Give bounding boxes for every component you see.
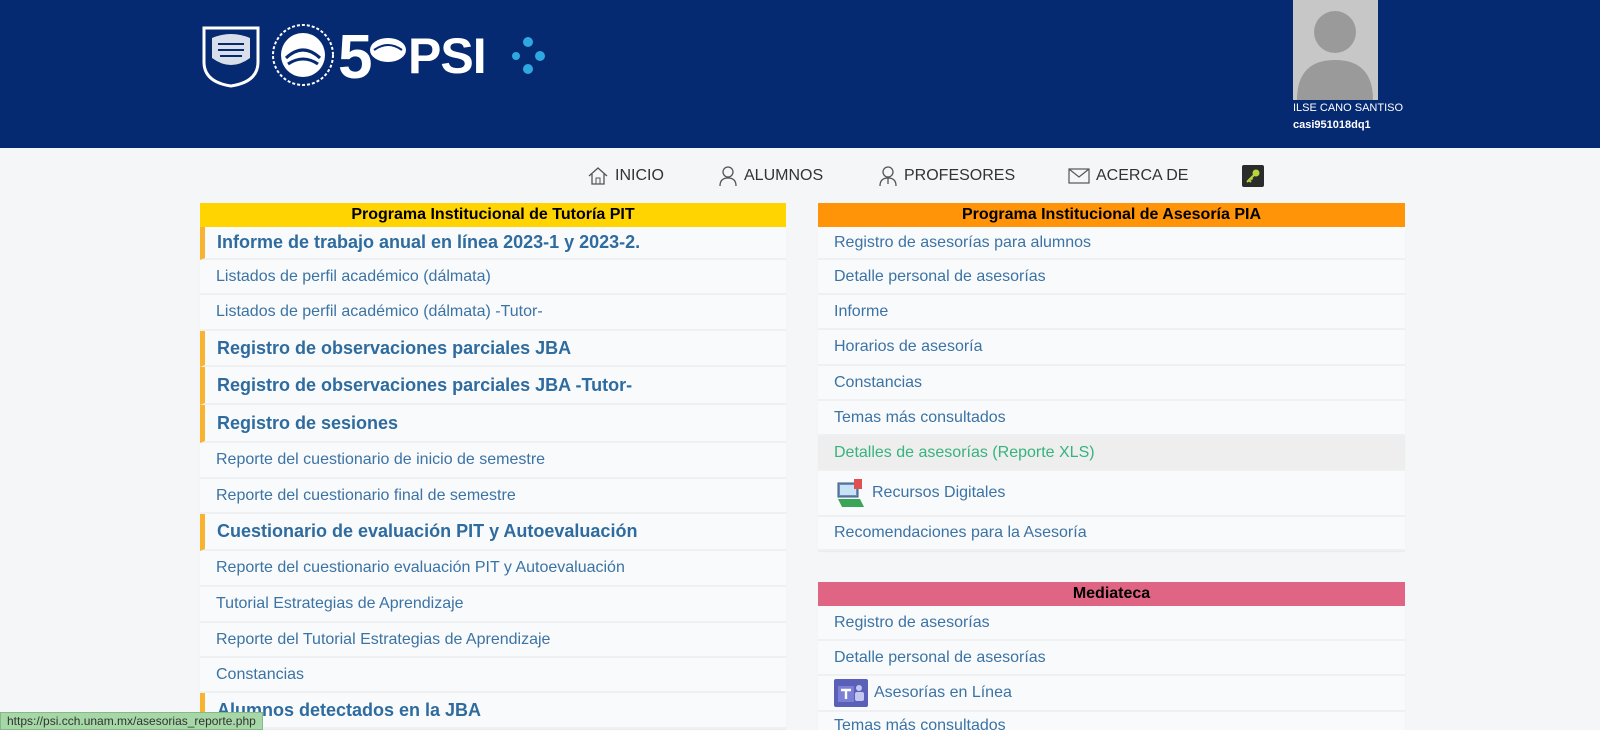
pit-item-informe-anual[interactable]: Informe de trabajo anual en línea 2023-1… bbox=[200, 227, 786, 260]
mediateca-item-registro[interactable]: Registro de asesorías bbox=[818, 606, 1405, 641]
nav-alumnos-label: ALUMNOS bbox=[744, 167, 824, 184]
svg-text:5: 5 bbox=[338, 23, 372, 88]
key-icon bbox=[1246, 169, 1260, 183]
fifty-logo: 5 bbox=[338, 23, 406, 88]
envelope-icon bbox=[1068, 168, 1090, 184]
pia-title: Programa Institucional de Asesoría PIA bbox=[818, 203, 1405, 227]
pit-item-perfil-academico-tutor[interactable]: Listados de perfil académico (dálmata) -… bbox=[200, 295, 786, 331]
pia-item-registro-asesorias[interactable]: Registro de asesorías para alumnos bbox=[818, 227, 1405, 260]
mediateca-item-asesorias-linea-label: Asesorías en Línea bbox=[874, 684, 1012, 701]
pit-item-cuestionario-final[interactable]: Reporte del cuestionario final de semest… bbox=[200, 479, 786, 514]
teacher-icon bbox=[879, 166, 897, 187]
pit-item-evaluacion-pit[interactable]: Cuestionario de evaluación PIT y Autoeva… bbox=[200, 514, 786, 551]
pia-item-recursos-digitales[interactable]: Recursos Digitales bbox=[818, 471, 1405, 517]
browser-status-url: https://psi.cch.unam.mx/asesorias_report… bbox=[0, 712, 263, 730]
nav-profesores[interactable]: PROFESORES bbox=[878, 160, 1015, 192]
pit-panel: Programa Institucional de Tutoría PIT In… bbox=[200, 203, 786, 729]
psi-dots-icon bbox=[512, 37, 545, 74]
pit-title: Programa Institucional de Tutoría PIT bbox=[200, 203, 786, 227]
login-key-button[interactable] bbox=[1242, 165, 1264, 187]
psi-logo-text: PSI bbox=[408, 28, 487, 84]
pia-panel: Programa Institucional de Asesoría PIA R… bbox=[818, 203, 1405, 551]
pit-item-observaciones-jba[interactable]: Registro de observaciones parciales JBA bbox=[200, 331, 786, 367]
home-icon bbox=[588, 167, 608, 185]
pit-item-reporte-tutorial[interactable]: Reporte del Tutorial Estrategias de Apre… bbox=[200, 623, 786, 658]
digital-resources-icon bbox=[834, 477, 866, 509]
mediateca-item-asesorias-linea[interactable]: Asesorías en Línea bbox=[818, 676, 1405, 712]
mediateca-item-temas[interactable]: Temas más consultados bbox=[818, 712, 1405, 730]
mediateca-item-detalle-personal[interactable]: Detalle personal de asesorías bbox=[818, 641, 1405, 676]
nav-profesores-label: PROFESORES bbox=[904, 167, 1016, 184]
pit-item-registro-sesiones[interactable]: Registro de sesiones bbox=[200, 405, 786, 443]
user-avatar[interactable] bbox=[1293, 0, 1378, 100]
pia-item-temas[interactable]: Temas más consultados bbox=[818, 401, 1405, 436]
pit-item-alumnos-jba[interactable]: Alumnos detectados en la JBA bbox=[200, 693, 786, 729]
pia-item-detalles-xls[interactable]: Detalles de asesorías (Reporte XLS) bbox=[818, 436, 1405, 471]
pia-item-informe[interactable]: Informe bbox=[818, 295, 1405, 330]
pia-item-recursos-digitales-label: Recursos Digitales bbox=[872, 484, 1006, 501]
site-header: 5 PSI ILSE CANO SANTISO casi951018dq1 bbox=[0, 0, 1600, 148]
pit-item-cuestionario-inicio[interactable]: Reporte del cuestionario de inicio de se… bbox=[200, 443, 786, 479]
nav-inicio[interactable]: INICIO bbox=[587, 160, 664, 192]
avatar-placeholder-icon bbox=[1293, 0, 1378, 100]
pit-item-tutorial-estrategias[interactable]: Tutorial Estrategias de Aprendizaje bbox=[200, 587, 786, 623]
nav-alumnos[interactable]: ALUMNOS bbox=[718, 160, 823, 192]
pia-item-recomendaciones[interactable]: Recomendaciones para la Asesoría bbox=[818, 517, 1405, 551]
nav-acerca-de[interactable]: ACERCA DE bbox=[1068, 160, 1188, 192]
nav-acerca-de-label: ACERCA DE bbox=[1096, 167, 1189, 184]
teams-icon bbox=[834, 679, 868, 707]
pit-item-perfil-academico[interactable]: Listados de perfil académico (dálmata) bbox=[200, 260, 786, 295]
student-icon bbox=[719, 166, 737, 187]
pia-item-horarios[interactable]: Horarios de asesoría bbox=[818, 330, 1405, 366]
unam-logo bbox=[202, 26, 260, 88]
pia-item-detalle-personal[interactable]: Detalle personal de asesorías bbox=[818, 260, 1405, 295]
user-name: ILSE CANO SANTISO bbox=[1293, 102, 1404, 114]
mediateca-panel: Mediateca Registro de asesorías Detalle … bbox=[818, 582, 1405, 730]
pit-item-constancias[interactable]: Constancias bbox=[200, 658, 786, 693]
pit-item-reporte-evaluacion-pit[interactable]: Reporte del cuestionario evaluación PIT … bbox=[200, 551, 786, 587]
user-id: casi951018dq1 bbox=[1293, 119, 1371, 131]
cch-logo bbox=[272, 24, 334, 86]
pia-item-constancias[interactable]: Constancias bbox=[818, 366, 1405, 401]
nav-inicio-label: INICIO bbox=[615, 167, 664, 184]
mediateca-title: Mediateca bbox=[818, 582, 1405, 606]
main-nav: INICIO ALUMNOS PROFESORES ACERCA DE bbox=[0, 160, 1600, 192]
pit-item-observaciones-jba-tutor[interactable]: Registro de observaciones parciales JBA … bbox=[200, 367, 786, 405]
